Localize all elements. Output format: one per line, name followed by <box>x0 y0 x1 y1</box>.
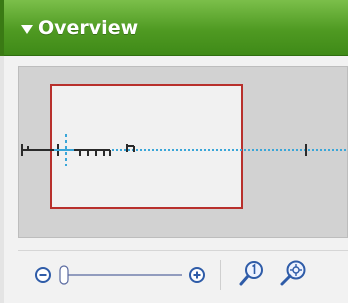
magnifier-one-icon[interactable] <box>236 258 266 290</box>
zoom-slider[interactable] <box>54 260 184 290</box>
controls-divider <box>18 250 348 251</box>
magnifier-fit-icon[interactable] <box>276 258 310 290</box>
overview-panel: Overview <box>0 0 348 303</box>
controls-separator <box>220 260 221 290</box>
plus-circle-icon[interactable] <box>186 264 208 286</box>
minus-circle-icon[interactable] <box>32 264 54 286</box>
